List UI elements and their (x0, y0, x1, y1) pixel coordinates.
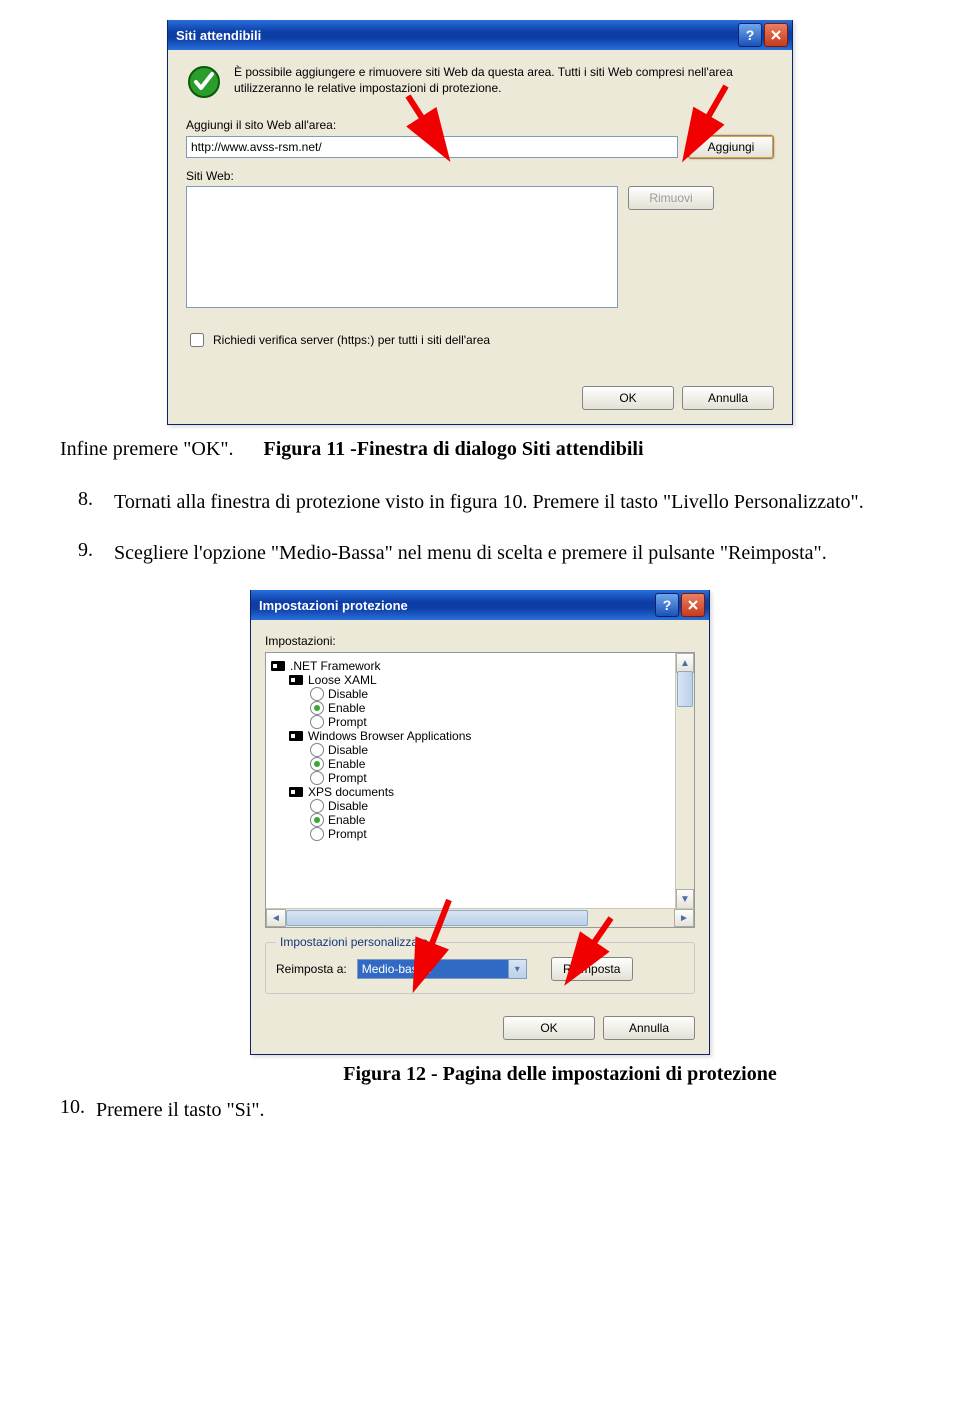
scroll-right-icon[interactable]: ► (674, 909, 694, 927)
scroll-up-icon[interactable]: ▲ (676, 653, 694, 673)
settings-listbox[interactable]: .NET Framework Loose XAML Disable Enable… (265, 652, 695, 928)
scroll-left-icon[interactable]: ◄ (266, 909, 286, 927)
radio-option[interactable] (310, 757, 324, 771)
radio-option[interactable] (310, 687, 324, 701)
category-icon (288, 729, 304, 743)
reset-button[interactable]: Reimposta (551, 957, 633, 981)
tree-subcategory: Loose XAML (308, 673, 377, 687)
level-combo[interactable]: Medio-bassa ▾ (357, 959, 527, 979)
sites-label: Siti Web: (186, 169, 774, 183)
https-checkbox[interactable] (190, 333, 204, 347)
category-icon (288, 785, 304, 799)
fieldset-legend: Impostazioni personalizzate (276, 935, 432, 949)
combo-selected-value: Medio-bassa (357, 959, 509, 979)
titlebar[interactable]: Impostazioni protezione ? (251, 590, 709, 620)
cancel-button[interactable]: Annulla (682, 386, 774, 410)
chevron-down-icon[interactable]: ▾ (509, 959, 527, 979)
radio-label: Disable (328, 743, 368, 757)
category-icon (270, 659, 286, 673)
list-number: 10. (60, 1096, 96, 1125)
radio-option[interactable] (310, 771, 324, 785)
reset-to-label: Reimposta a: (276, 962, 347, 976)
body-text: Scegliere l'opzione "Medio-Bassa" nel me… (114, 539, 827, 568)
horizontal-scrollbar[interactable]: ◄ ► (266, 908, 694, 927)
tree-subcategory: XPS documents (308, 785, 394, 799)
tree-subcategory: Windows Browser Applications (308, 729, 471, 743)
radio-label: Prompt (328, 715, 367, 729)
trusted-sites-dialog: Siti attendibili ? È possibile aggiunger… (167, 20, 793, 425)
tree-category: .NET Framework (290, 659, 380, 673)
dialog-title: Siti attendibili (176, 28, 736, 43)
remove-button[interactable]: Rimuovi (628, 186, 714, 210)
radio-option[interactable] (310, 701, 324, 715)
help-button[interactable]: ? (738, 23, 762, 47)
figure-caption: Figura 12 - Pagina delle impostazioni di… (220, 1063, 900, 1086)
trusted-zone-icon (186, 64, 222, 100)
radio-label: Disable (328, 687, 368, 701)
radio-label: Prompt (328, 771, 367, 785)
titlebar[interactable]: Siti attendibili ? (168, 20, 792, 50)
vertical-scrollbar[interactable]: ▲ ▼ (675, 653, 694, 909)
security-settings-dialog: Impostazioni protezione ? Impostazioni: … (250, 590, 710, 1055)
body-text: Tornati alla finestra di protezione vist… (114, 488, 864, 517)
figure-caption: Figura 11 -Finestra di dialogo Siti atte… (263, 438, 900, 461)
scroll-down-icon[interactable]: ▼ (676, 889, 694, 909)
custom-settings-group: Impostazioni personalizzate Reimposta a:… (265, 942, 695, 994)
scroll-thumb[interactable] (286, 910, 588, 926)
body-text: Premere il tasto "Si". (96, 1096, 265, 1125)
settings-label: Impostazioni: (265, 634, 695, 648)
dialog-title: Impostazioni protezione (259, 598, 653, 613)
radio-label: Prompt (328, 827, 367, 841)
cancel-button[interactable]: Annulla (603, 1016, 695, 1040)
help-button[interactable]: ? (655, 593, 679, 617)
radio-label: Disable (328, 799, 368, 813)
scroll-thumb[interactable] (677, 671, 693, 707)
ok-button[interactable]: OK (582, 386, 674, 410)
add-button[interactable]: Aggiungi (688, 135, 774, 159)
radio-option[interactable] (310, 743, 324, 757)
sites-listbox[interactable] (186, 186, 618, 308)
list-number: 9. (78, 539, 114, 568)
radio-label: Enable (328, 757, 365, 771)
radio-option[interactable] (310, 827, 324, 841)
https-checkbox-label: Richiedi verifica server (https:) per tu… (213, 333, 490, 347)
close-button[interactable] (681, 593, 705, 617)
radio-option[interactable] (310, 813, 324, 827)
radio-option[interactable] (310, 715, 324, 729)
close-button[interactable] (764, 23, 788, 47)
radio-option[interactable] (310, 799, 324, 813)
list-number: 8. (78, 488, 114, 517)
url-input[interactable] (186, 136, 678, 158)
add-site-label: Aggiungi il sito Web all'area: (186, 118, 774, 132)
radio-label: Enable (328, 701, 365, 715)
category-icon (288, 673, 304, 687)
body-text: Infine premere "OK". (60, 435, 233, 464)
intro-text: È possibile aggiungere e rimuovere siti … (234, 64, 774, 100)
radio-label: Enable (328, 813, 365, 827)
ok-button[interactable]: OK (503, 1016, 595, 1040)
